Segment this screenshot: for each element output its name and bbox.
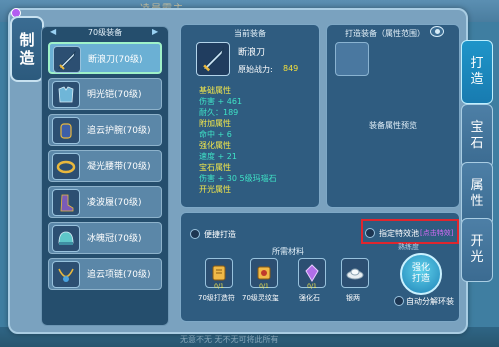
list-header: 70级装备 [87,28,123,37]
material-count: 0/1 [307,283,317,290]
auto-decompose-radio[interactable] [394,296,404,306]
tab-label: 造 [470,72,484,87]
armor-icon [52,81,80,108]
convenient-craft-label: 便捷打造 [204,230,236,239]
attr-hit: 命中 + 6 [199,130,232,139]
tab-gem[interactable]: 宝 石 [461,104,493,168]
list-item-label: 冰魄冠(70级) [87,234,142,244]
convenient-craft-radio[interactable] [190,229,200,239]
power-label: 原始战力: [238,65,273,74]
necklace-icon [52,261,80,288]
material-label: 70级灵纹玺 [242,294,279,302]
tab-craft-main[interactable]: 制 造 [10,16,44,82]
attribute-preview-label: 装备属性预览 [369,121,417,130]
tab-label: 性 [470,194,484,209]
material-label: 强化石 [299,294,320,302]
crafted-item-slot [335,42,369,76]
list-item-label: 凌波履(70级) [87,198,142,208]
silver-icon[interactable] [341,258,369,288]
list-item-label: 断浪刀(70级) [88,55,143,65]
list-item-necklace[interactable]: 追云项链(70级) [48,258,162,290]
current-equipment-header: 当前装备 [234,29,266,38]
tab-label: 打 [470,56,484,71]
materials-title: 所需材料 [272,247,304,256]
background-bottom-text: 无意不无 无不无可将此所有 [180,335,279,344]
eye-icon[interactable] [430,26,444,37]
list-item-helmet[interactable]: 冰魄冠(70级) [48,222,162,254]
tab-craft[interactable]: 打 造 [461,40,493,104]
list-item-label: 明光铠(70级) [87,90,142,100]
special-effect-label: 指定特效池 [379,229,419,238]
auto-decompose-label: 自动分解环装 [406,297,454,306]
boots-icon [52,189,80,216]
list-item-label: 追云护腕(70级) [87,126,151,136]
attr-base-header: 基础属性 [199,86,231,95]
attr-enhance-header: 强化属性 [199,141,231,150]
tab-label: 属 [470,178,484,193]
list-item-armor[interactable]: 明光铠(70级) [48,78,162,110]
attr-durability: 耐久：189 [199,108,239,117]
power-value: 849 [283,64,299,73]
attr-extra-header: 附加属性 [199,119,231,128]
crafted-equipment-header: 打造装备（属性范围） [345,29,425,38]
special-effect-link[interactable]: [点击特效] [420,228,453,238]
enhance-craft-button[interactable]: 强化 打造 [400,253,442,295]
material-label: 银两 [346,294,360,302]
material-label: 70级打造符 [198,294,235,302]
belt-icon [52,153,80,180]
list-item-sword[interactable]: 断浪刀(70级) [48,42,162,74]
list-item-boots[interactable]: 凌波履(70级) [48,186,162,218]
equipped-sword-icon[interactable] [196,42,230,76]
attr-speed: 速度 + 21 [199,152,237,161]
helmet-icon [52,225,80,252]
material-count: 0/1 [214,283,224,290]
next-arrow-icon[interactable]: ▶ [152,27,158,36]
attr-damage: 伤害 + 461 [199,97,243,106]
list-item-belt[interactable]: 凝光腰带(70级) [48,150,162,182]
attr-blessing-header: 开光属性 [199,185,231,194]
attr-gem-damage: 伤害 + 30 5级玛瑙石 [199,174,277,183]
tab-attributes[interactable]: 属 性 [461,162,493,226]
tab-label: 宝 [470,120,484,135]
craft-hint: 熟练度 [398,243,419,251]
tab-craft-label-bottom: 造 [19,49,35,67]
tab-blessing[interactable]: 开 光 [461,218,493,282]
tab-label: 光 [470,250,484,265]
bracer-icon [52,117,80,144]
equipment-name: 断浪刀 [238,48,266,58]
list-item-bracer[interactable]: 追云护腕(70级) [48,114,162,146]
craft-button-line1: 强化 [411,263,430,273]
list-item-label: 追云项链(70级) [87,270,151,280]
tab-label: 开 [470,234,484,249]
tab-craft-label-top: 制 [19,31,35,49]
craft-button-line2: 打造 [411,274,430,284]
material-count: 0/1 [259,283,269,290]
attr-gem-header: 宝石属性 [199,163,231,172]
tab-label: 石 [470,136,484,151]
sword-icon [53,46,81,73]
list-item-label: 凝光腰带(70级) [87,162,151,172]
special-effect-radio[interactable] [365,228,375,238]
